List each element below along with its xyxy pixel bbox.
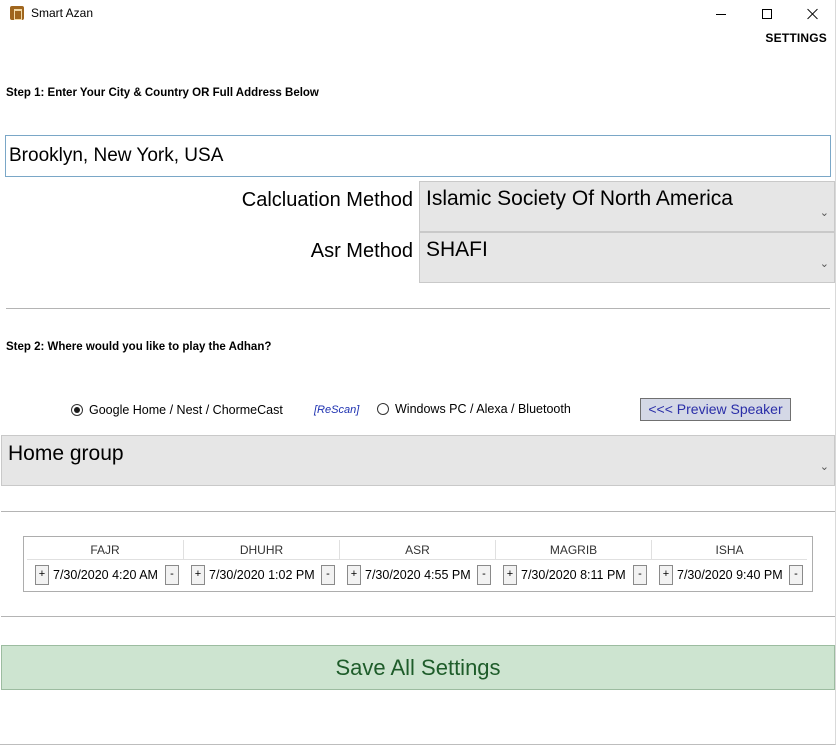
prayer-time[interactable]: 7/30/2020 8:11 PM	[521, 568, 626, 582]
preview-speaker-button[interactable]: <<< Preview Speaker	[640, 398, 791, 421]
decrement-button[interactable]: -	[477, 565, 491, 585]
app-icon	[10, 6, 24, 20]
increment-button[interactable]: +	[347, 565, 361, 585]
divider	[6, 308, 830, 309]
radio-checked-icon	[71, 404, 83, 416]
calculation-method-label: Calcluation Method	[241, 189, 413, 211]
prayer-column-isha: ISHA + 7/30/2020 9:40 PM -	[651, 540, 807, 588]
decrement-button[interactable]: -	[165, 565, 179, 585]
asr-method-value: SHAFI	[426, 238, 488, 261]
minimize-icon	[716, 13, 726, 15]
prayer-time[interactable]: 7/30/2020 1:02 PM	[209, 568, 315, 582]
prayer-column-dhuhr: DHUHR + 7/30/2020 1:02 PM -	[183, 540, 339, 588]
divider	[1, 511, 835, 512]
rescan-link[interactable]: [ReScan]	[314, 404, 359, 416]
speaker-value: Home group	[8, 442, 124, 465]
radio-unchecked-icon	[377, 403, 389, 415]
asr-method-select[interactable]: SHAFI ⌄	[419, 232, 835, 283]
address-input[interactable]	[5, 135, 831, 177]
decrement-button[interactable]: -	[789, 565, 803, 585]
app-window: Smart Azan SETTINGS Step 1: Enter Your C…	[0, 0, 836, 745]
decrement-button[interactable]: -	[321, 565, 335, 585]
title-bar[interactable]: Smart Azan	[0, 0, 836, 28]
settings-link[interactable]: SETTINGS	[765, 31, 827, 45]
increment-button[interactable]: +	[503, 565, 517, 585]
prayer-time[interactable]: 7/30/2020 4:55 PM	[365, 568, 471, 582]
chevron-down-icon: ⌄	[819, 207, 829, 219]
chevron-down-icon: ⌄	[819, 258, 829, 270]
prayer-column-asr: ASR + 7/30/2020 4:55 PM -	[339, 540, 495, 588]
prayer-column-fajr: FAJR + 7/30/2020 4:20 AM -	[27, 540, 183, 588]
radio-google-label: Google Home / Nest / ChormeCast	[89, 403, 283, 417]
divider	[1, 616, 835, 617]
radio-windows-pc[interactable]: Windows PC / Alexa / Bluetooth	[377, 402, 571, 416]
save-all-settings-button[interactable]: Save All Settings	[1, 645, 835, 690]
asr-method-label: Asr Method	[310, 240, 413, 262]
increment-button[interactable]: +	[191, 565, 205, 585]
prayer-name: FAJR	[27, 540, 183, 560]
prayer-times-grid: FAJR + 7/30/2020 4:20 AM - DHUHR + 7/30/…	[27, 540, 809, 588]
increment-button[interactable]: +	[35, 565, 49, 585]
minimize-button[interactable]	[698, 0, 744, 28]
calculation-method-select[interactable]: Islamic Society Of North America ⌄	[419, 181, 835, 232]
prayer-time[interactable]: 7/30/2020 9:40 PM	[677, 568, 783, 582]
increment-button[interactable]: +	[659, 565, 673, 585]
decrement-button[interactable]: -	[633, 565, 647, 585]
prayer-times-panel: FAJR + 7/30/2020 4:20 AM - DHUHR + 7/30/…	[23, 536, 813, 592]
prayer-column-magrib: MAGRIB + 7/30/2020 8:11 PM -	[495, 540, 651, 588]
step1-heading: Step 1: Enter Your City & Country OR Ful…	[6, 87, 319, 99]
chevron-down-icon: ⌄	[819, 461, 829, 473]
speaker-select[interactable]: Home group ⌄	[1, 435, 835, 486]
prayer-name: DHUHR	[183, 540, 339, 560]
window-title: Smart Azan	[31, 6, 94, 20]
prayer-name: ASR	[339, 540, 495, 560]
prayer-name: ISHA	[651, 540, 807, 560]
step2-heading: Step 2: Where would you like to play the…	[6, 341, 272, 353]
calculation-method-value: Islamic Society Of North America	[426, 187, 733, 210]
radio-google-home[interactable]: Google Home / Nest / ChormeCast	[71, 403, 283, 417]
radio-windows-label: Windows PC / Alexa / Bluetooth	[395, 402, 571, 416]
close-button[interactable]	[790, 0, 836, 28]
prayer-name: MAGRIB	[495, 540, 651, 560]
maximize-icon	[762, 9, 772, 19]
maximize-button[interactable]	[744, 0, 790, 28]
close-icon	[807, 8, 819, 20]
prayer-time[interactable]: 7/30/2020 4:20 AM	[53, 568, 158, 582]
